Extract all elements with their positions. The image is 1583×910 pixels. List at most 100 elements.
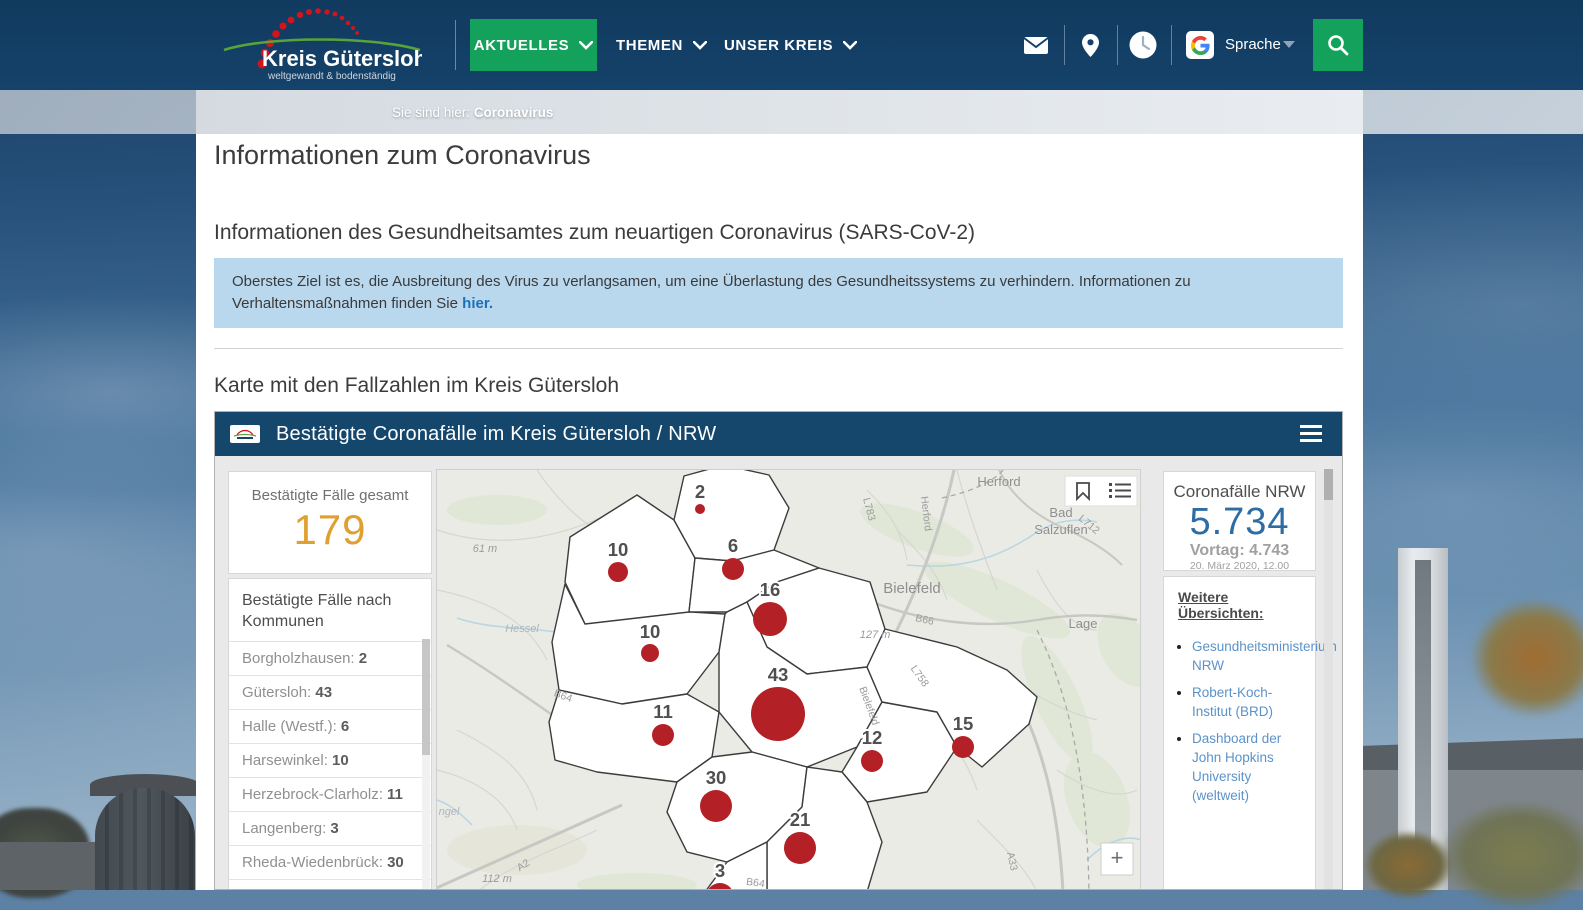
menu-icon[interactable] bbox=[1300, 425, 1322, 442]
case-bubble[interactable] bbox=[641, 644, 659, 662]
info-box: Oberstes Ziel ist es, die Ausbreitung de… bbox=[214, 258, 1343, 328]
kommune-row[interactable]: Rietberg: 21 bbox=[229, 879, 431, 890]
case-bubble[interactable] bbox=[753, 602, 787, 636]
case-bubble-value: 15 bbox=[953, 713, 974, 734]
divider bbox=[214, 348, 1343, 349]
kommune-row[interactable]: Harsewinkel: 10 bbox=[229, 743, 431, 777]
kommunen-heading: Bestätigte Fälle nach Kommunen bbox=[229, 579, 431, 641]
sidebar-scrollbar[interactable] bbox=[1324, 469, 1333, 889]
links-heading: Weitere Übersichten: bbox=[1178, 589, 1305, 621]
site-logo[interactable]: Kreis Gütersloh weltgewandt & bodenständ… bbox=[222, 6, 422, 84]
section-heading-gesundheitsamt: Informationen des Gesundheitsamtes zum n… bbox=[214, 221, 975, 245]
kommune-row[interactable]: Gütersloh: 43 bbox=[229, 675, 431, 709]
nav-aktuelles[interactable]: AKTUELLES bbox=[470, 19, 597, 71]
case-bubble[interactable] bbox=[952, 736, 974, 758]
google-translate-icon[interactable] bbox=[1186, 31, 1214, 59]
clock-icon[interactable] bbox=[1126, 28, 1160, 62]
page-title: Informationen zum Coronavirus bbox=[214, 140, 591, 171]
zoom-in-button[interactable]: + bbox=[1101, 843, 1133, 875]
case-bubble[interactable] bbox=[700, 790, 732, 822]
nav-unser-kreis-label: UNSER KREIS bbox=[724, 37, 833, 54]
background-tree bbox=[1440, 800, 1583, 910]
logo-tagline: weltgewandt & bodenständig bbox=[267, 71, 396, 82]
overview-link-item: Robert-Koch-Institut (BRD) bbox=[1192, 683, 1305, 721]
nrw-title: Coronafälle NRW bbox=[1164, 482, 1315, 502]
header-divider bbox=[455, 20, 456, 70]
kommunen-card: Bestätigte Fälle nach Kommunen Borgholzh… bbox=[228, 578, 432, 890]
nrw-date: 20. März 2020, 12.00 bbox=[1164, 560, 1315, 572]
case-bubble-value: 12 bbox=[862, 727, 883, 748]
language-selector[interactable]: Sprache bbox=[1225, 36, 1281, 53]
map-place-label: Lage bbox=[1069, 616, 1098, 631]
chevron-down-icon bbox=[693, 41, 707, 50]
case-bubble-value: 10 bbox=[640, 621, 661, 642]
background-building-left bbox=[0, 842, 110, 890]
breadcrumb-current: Coronavirus bbox=[474, 105, 554, 120]
map-place-label: Bielefeld bbox=[883, 580, 941, 597]
kommune-row[interactable]: Halle (Westf.): 6 bbox=[229, 709, 431, 743]
overview-link[interactable]: Gesundheitsministerium NRW bbox=[1192, 639, 1337, 673]
nrw-value: 5.734 bbox=[1164, 502, 1315, 542]
kommune-row[interactable]: Herzebrock-Clarholz: 11 bbox=[229, 777, 431, 811]
case-map[interactable]: HerfordBadSalzuflenBielefeldLage61 m127 … bbox=[436, 469, 1141, 890]
logo-title: Kreis Gütersloh bbox=[262, 46, 422, 71]
breadcrumb-prefix: Sie sind hier: bbox=[392, 105, 470, 120]
overview-link[interactable]: Dashboard der John Hopkins University (w… bbox=[1192, 731, 1281, 803]
case-bubble-value: 30 bbox=[706, 767, 727, 788]
case-bubble[interactable] bbox=[608, 562, 628, 582]
widget-logo bbox=[230, 425, 260, 443]
total-cases-label: Bestätigte Fälle gesamt bbox=[229, 487, 431, 504]
widget-title: Bestätigte Coronafälle im Kreis Güterslo… bbox=[276, 423, 716, 446]
nav-themen-label: THEMEN bbox=[616, 37, 683, 54]
case-bubble[interactable] bbox=[695, 504, 705, 514]
hier-link[interactable]: hier. bbox=[462, 295, 493, 312]
nrw-cases-card: Coronafälle NRW 5.734 Vortag: 4.743 20. … bbox=[1163, 471, 1316, 571]
kommune-row[interactable]: Borgholzhausen: 2 bbox=[229, 641, 431, 675]
search-icon bbox=[1327, 34, 1349, 56]
background-tree bbox=[1470, 598, 1583, 718]
mail-icon[interactable] bbox=[1019, 28, 1053, 62]
total-cases-card: Bestätigte Fälle gesamt 179 bbox=[228, 471, 432, 574]
case-bubble[interactable] bbox=[722, 558, 744, 580]
overview-link[interactable]: Robert-Koch-Institut (BRD) bbox=[1192, 685, 1273, 719]
header-separator bbox=[1064, 25, 1065, 65]
kommunen-scrollbar[interactable] bbox=[422, 639, 430, 890]
kommune-row[interactable]: Rheda-Wiedenbrück: 30 bbox=[229, 845, 431, 879]
map-elevation-label: 127 m bbox=[860, 629, 891, 641]
section-heading-karte: Karte mit den Fallzahlen im Kreis Güters… bbox=[214, 374, 619, 398]
overview-link-item: Gesundheitsministerium NRW bbox=[1192, 637, 1305, 675]
nrw-previous: Vortag: 4.743 bbox=[1164, 542, 1315, 560]
case-bubble-value: 11 bbox=[653, 701, 673, 722]
svg-text:+: + bbox=[1111, 845, 1124, 870]
location-pin-icon[interactable] bbox=[1073, 28, 1107, 62]
breadcrumb-text[interactable]: Sie sind hier: Coronavirus bbox=[196, 105, 553, 120]
site-header: Kreis Gütersloh weltgewandt & bodenständ… bbox=[0, 0, 1583, 90]
case-bubble[interactable] bbox=[861, 750, 883, 772]
case-bubble-value: 2 bbox=[695, 481, 705, 502]
language-caret-icon[interactable] bbox=[1283, 41, 1295, 48]
case-bubble-value: 16 bbox=[760, 579, 781, 600]
background-pillar-detail bbox=[1415, 560, 1431, 860]
map-elevation-label: 61 m bbox=[473, 543, 497, 555]
case-bubble[interactable] bbox=[784, 832, 816, 864]
case-bubble-value: 3 bbox=[715, 860, 725, 881]
map-elevation-label: 112 m bbox=[482, 873, 512, 885]
map-place-label: Bad bbox=[1049, 505, 1072, 520]
breadcrumb: Sie sind hier: Coronavirus bbox=[0, 90, 1583, 134]
map-water-label: ngel bbox=[439, 806, 460, 818]
header-separator bbox=[1117, 25, 1118, 65]
search-button[interactable] bbox=[1313, 19, 1363, 71]
chevron-down-icon bbox=[843, 41, 857, 50]
map-toolbar bbox=[1065, 476, 1137, 506]
map-road-label: B64 bbox=[745, 876, 765, 890]
nav-unser-kreis[interactable]: UNSER KREIS bbox=[706, 19, 875, 71]
map-place-label: Herford bbox=[977, 474, 1020, 489]
case-bubble-value: 6 bbox=[728, 535, 738, 556]
header-separator bbox=[1171, 25, 1172, 65]
chevron-down-icon bbox=[579, 41, 593, 50]
widget-body: Bestätigte Fälle gesamt 179 Bestätigte F… bbox=[215, 456, 1342, 889]
case-bubble[interactable] bbox=[751, 687, 805, 741]
kommunen-list: Borgholzhausen: 2Gütersloh: 43Halle (Wes… bbox=[229, 641, 431, 890]
case-bubble[interactable] bbox=[652, 724, 674, 746]
kommune-row[interactable]: Langenberg: 3 bbox=[229, 811, 431, 845]
